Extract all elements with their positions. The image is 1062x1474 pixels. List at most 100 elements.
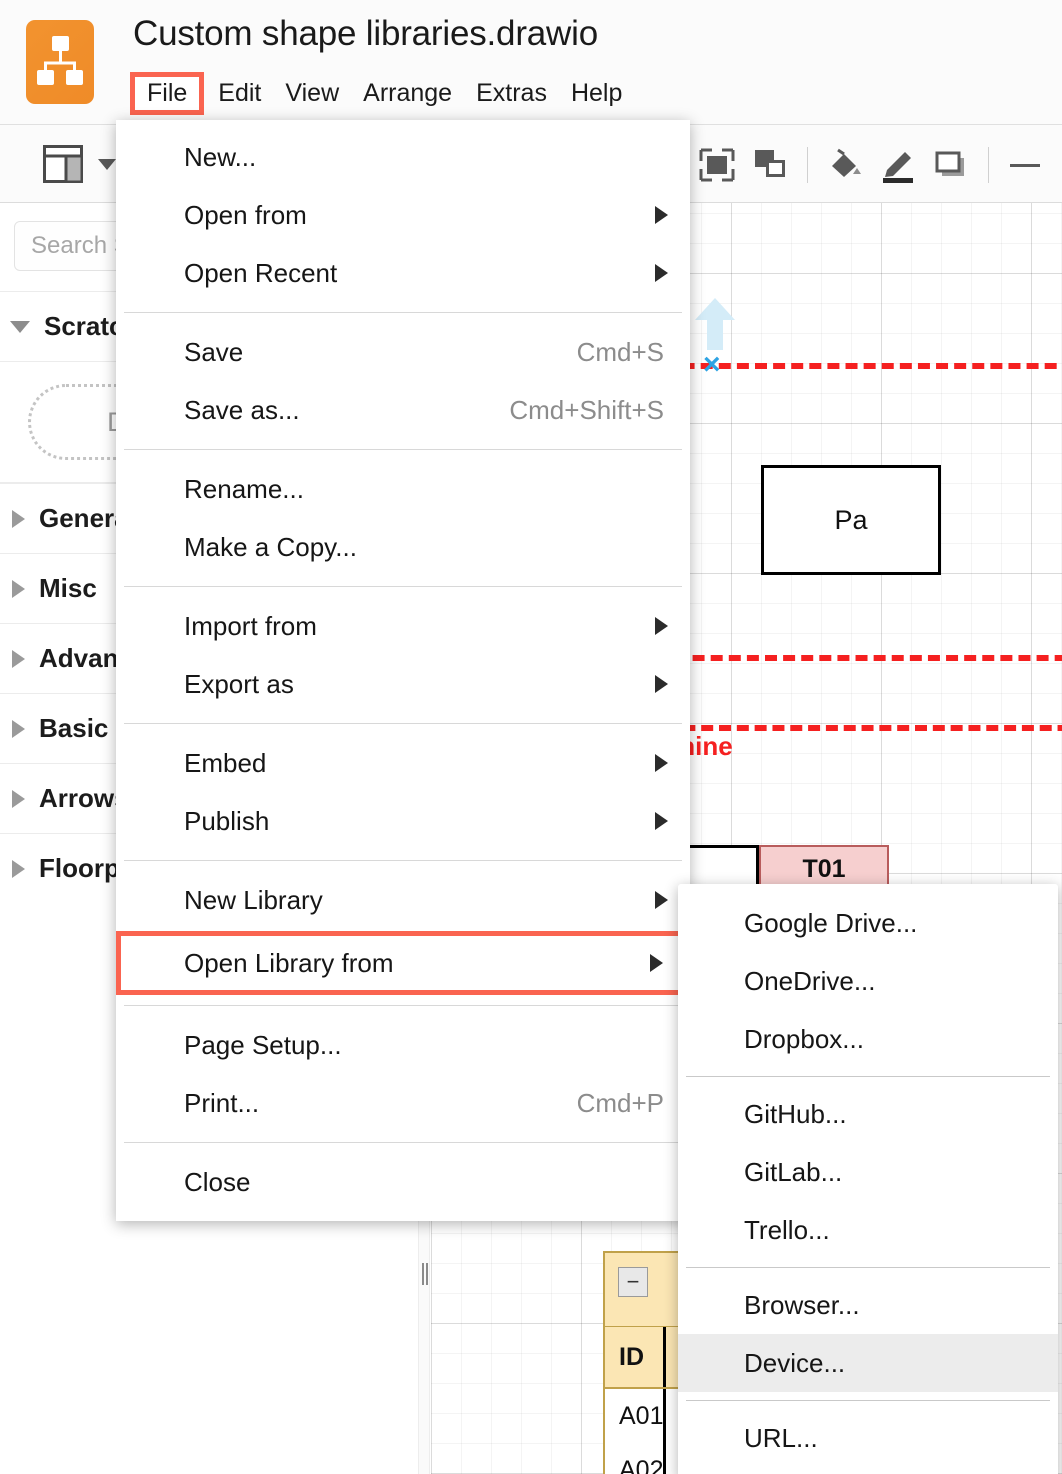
fill-color-icon[interactable] [817,144,871,186]
submenu-arrow-icon [655,617,668,635]
menu-item-shortcut: Cmd+P [577,1088,668,1119]
menu-item-label: Print... [184,1088,577,1119]
toolbar-right-group [690,144,1052,186]
open-library-from-submenu: Google Drive... OneDrive... Dropbox... G… [678,884,1058,1474]
submenu-separator [686,1076,1050,1077]
menu-item-open-library-from[interactable]: Open Library from [116,931,690,995]
menu-view[interactable]: View [273,77,351,110]
page-view-icon[interactable] [36,143,90,185]
menu-item-label: Rename... [184,474,668,505]
menu-extras[interactable]: Extras [464,77,559,110]
chevron-right-icon [12,650,25,668]
arrow-up-icon [693,298,737,355]
menu-item-save-as[interactable]: Save as... Cmd+Shift+S [116,381,690,439]
menu-item-export-as[interactable]: Export as [116,655,690,713]
menu-item-label: Make a Copy... [184,532,668,563]
submenu-item-dropbox[interactable]: Dropbox... [678,1010,1058,1068]
document-title: Custom shape libraries.drawio [133,14,598,54]
menu-item-open-recent[interactable]: Open Recent [116,244,690,302]
menu-item-new-library[interactable]: New Library [116,871,690,929]
app-header: Custom shape libraries.drawio File Edit … [0,0,1062,125]
submenu-arrow-icon [655,812,668,830]
minus-icon[interactable] [998,144,1052,186]
menu-edit[interactable]: Edit [206,77,273,110]
table-cell-id: A02 [605,1443,666,1474]
menu-item-label: Open Library from [184,948,650,979]
splitter-grip-icon [422,1263,428,1285]
sidebar-section-label: Misc [39,573,97,604]
menu-arrange[interactable]: Arrange [351,77,464,110]
submenu-separator [686,1267,1050,1268]
menu-separator [124,586,682,587]
submenu-item-url[interactable]: URL... [678,1409,1058,1467]
menu-item-make-a-copy[interactable]: Make a Copy... [116,518,690,576]
menu-separator [124,449,682,450]
menu-item-label: Embed [184,748,655,779]
chevron-right-icon [12,580,25,598]
submenu-arrow-icon [650,954,663,972]
menu-item-shortcut: Cmd+Shift+S [509,395,668,426]
menu-item-publish[interactable]: Publish [116,792,690,850]
submenu-item-github[interactable]: GitHub... [678,1085,1058,1143]
chevron-down-icon [10,321,30,333]
menu-item-label: Import from [184,611,655,642]
menu-separator [124,860,682,861]
menu-separator [124,1142,682,1143]
menu-item-label: New Library [184,885,655,916]
menu-item-print[interactable]: Print... Cmd+P [116,1074,690,1132]
chevron-right-icon [12,790,25,808]
submenu-item-google-drive[interactable]: Google Drive... [678,894,1058,952]
toolbar-divider-2 [988,147,989,183]
to-back-icon[interactable] [744,144,798,186]
toolbar-left-group [36,143,116,185]
menu-item-label: New... [184,142,668,173]
menu-item-label: Page Setup... [184,1030,668,1061]
submenu-item-gitlab[interactable]: GitLab... [678,1143,1058,1201]
menu-item-label: Close [184,1167,668,1198]
menu-item-open-from[interactable]: Open from [116,186,690,244]
menu-item-label: Open from [184,200,655,231]
chevron-right-icon [12,510,25,528]
submenu-item-trello[interactable]: Trello... [678,1201,1058,1259]
sidebar-section-label: Basic [39,713,108,744]
submenu-item-device[interactable]: Device... [678,1334,1058,1392]
toolbar-divider [807,147,808,183]
submenu-arrow-icon [655,264,668,282]
submenu-item-onedrive[interactable]: OneDrive... [678,952,1058,1010]
menu-item-label: Export as [184,669,655,700]
menu-item-label: Publish [184,806,655,837]
menu-item-label: Save [184,337,577,368]
submenu-item-browser[interactable]: Browser... [678,1276,1058,1334]
to-front-icon[interactable] [690,144,744,186]
menu-item-save[interactable]: Save Cmd+S [116,323,690,381]
line-color-icon[interactable] [871,144,925,186]
chevron-right-icon [12,720,25,738]
menu-help[interactable]: Help [559,77,634,110]
menu-item-rename[interactable]: Rename... [116,460,690,518]
drawio-window: Custom shape libraries.drawio File Edit … [0,0,1062,1474]
menu-item-embed[interactable]: Embed [116,734,690,792]
menu-separator [124,723,682,724]
submenu-arrow-icon [655,754,668,772]
chevron-right-icon [12,860,25,878]
shadow-icon[interactable] [925,144,979,186]
menu-item-label: Save as... [184,395,509,426]
menu-item-close[interactable]: Close [116,1153,690,1211]
menu-item-import-from[interactable]: Import from [116,597,690,655]
submenu-arrow-icon [655,891,668,909]
menu-item-label: Open Recent [184,258,655,289]
menu-item-page-setup[interactable]: Page Setup... [116,1016,690,1074]
menu-file[interactable]: File [130,72,204,115]
table-header-id: ID [605,1327,666,1387]
menu-separator [124,1005,682,1006]
table-cell-id: A01 [605,1389,666,1443]
collapse-icon[interactable]: − [618,1267,648,1297]
file-menu-dropdown: New... Open from Open Recent Save Cmd+S … [116,120,690,1221]
menu-item-new[interactable]: New... [116,128,690,186]
menu-bar: File Edit View Arrange Extras Help [128,72,634,115]
shape-pa[interactable]: Pa [761,465,941,575]
chevron-down-icon[interactable] [98,159,116,170]
submenu-arrow-icon [655,206,668,224]
menu-separator [124,312,682,313]
submenu-arrow-icon [655,675,668,693]
